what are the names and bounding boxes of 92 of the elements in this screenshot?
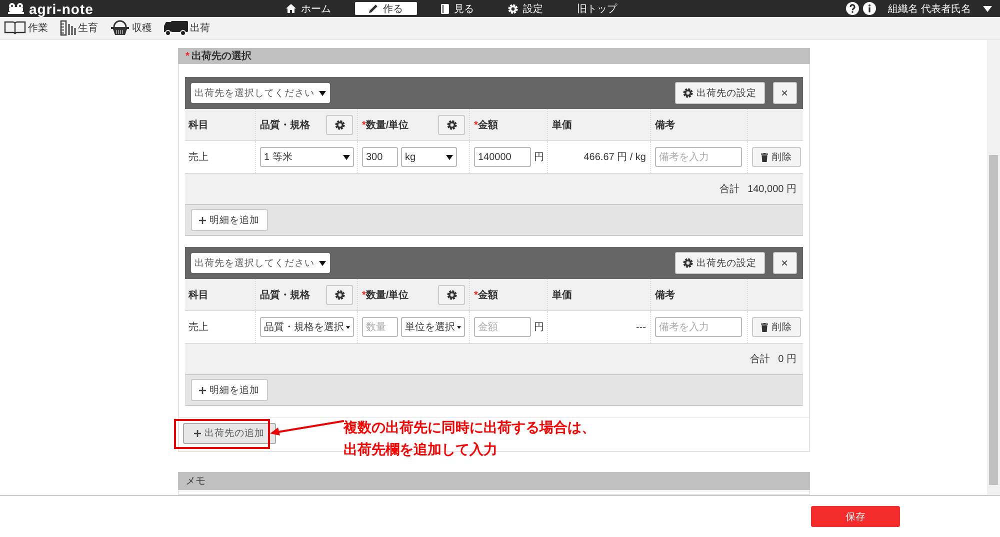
section-header: * 出荷先の選択 [178,48,810,64]
nav-tab[interactable]: 作る [355,2,417,15]
section-header: メモ [178,472,810,490]
column-header: 備考 [655,288,675,302]
quality-select[interactable]: 品質・規格を選択 [260,317,354,337]
basket-icon [110,20,130,36]
destination-settings-button[interactable]: 出荷先の設定 [674,252,764,274]
column-header: 単価 [552,118,572,132]
truck-icon [164,20,188,36]
column-settings-button[interactable] [438,284,465,304]
plus-icon [198,386,206,394]
user-name[interactable]: 組織名 代表者氏名 [888,2,971,16]
plus-icon [194,430,200,437]
column-header: *数量/単位 [362,118,409,132]
column-header: 品質・規格 [260,288,310,302]
delete-button[interactable]: 削除 [752,147,801,167]
help-icon[interactable] [846,2,860,15]
delete-button[interactable]: 削除 [752,317,801,337]
quantity-field[interactable]: 数量 [362,317,398,337]
close-button[interactable]: × [772,82,796,104]
unit-select[interactable]: kg [401,147,457,167]
total-value: 140,000 円 [748,183,796,196]
destination-settings-button[interactable]: 出荷先の設定 [674,82,764,104]
note-field[interactable]: 備考を入力 [655,317,742,337]
caret-icon [343,154,350,160]
home-icon [286,4,296,13]
gear-icon [334,290,344,300]
add-line-button[interactable]: 明細を追加 [190,379,268,401]
add-line-button[interactable]: 明細を追加 [190,209,268,231]
unit-select[interactable]: 単位を選択 [401,317,465,337]
subnav-link[interactable]: 作業 [28,21,48,35]
total-value: 0 円 [778,353,796,366]
yen-label: 円 [534,321,544,334]
column-header: 単価 [552,288,572,302]
total-label: 合計 [750,352,770,366]
frog-logo-icon [8,2,24,14]
annotation-text: 複数の出荷先に同時に出荷する場合は、 出荷先欄を追加して入力 [344,418,596,459]
gear-icon [682,88,692,98]
column-settings-button[interactable] [326,114,353,134]
subnav-link[interactable]: 収穫 [132,21,152,35]
column-header: 備考 [655,118,675,132]
column-header: *金額 [474,118,498,132]
total-label: 合計 [720,182,740,196]
nav-tab[interactable]: 見る [431,2,484,15]
open-book-icon [4,21,26,35]
plus-icon [198,216,206,224]
nav-tab[interactable]: 設定 [498,2,553,15]
gear-icon [508,4,518,14]
note-field[interactable]: 備考を入力 [655,147,742,167]
table-cell: 売上 [188,152,208,163]
app-logo: agri-note [29,0,94,16]
column-settings-button[interactable] [438,114,465,134]
nav-tab[interactable]: 旧トップ [567,2,627,15]
quality-select[interactable]: 1 等米 [260,147,354,167]
info-icon[interactable] [863,2,876,15]
trash-icon [761,152,768,162]
scrollbar[interactable] [987,40,1000,495]
pencil-icon [369,4,378,13]
subnav-link[interactable]: 出荷 [190,21,210,35]
amount-field[interactable]: 金額 [474,317,531,337]
column-header: *金額 [474,288,498,302]
subnav-link[interactable]: 生育 [78,21,98,35]
nav-tab[interactable]: ホーム [276,2,341,15]
book-icon [441,4,449,14]
table-cell: 売上 [188,322,208,333]
dropdown-caret-icon[interactable] [983,6,992,12]
destination-select[interactable]: 出荷先を選択してください [190,253,330,273]
column-header: 科目 [188,118,208,132]
yen-label: 円 [534,151,544,164]
caret-icon [446,154,453,160]
gear-icon [334,120,344,130]
column-header: *数量/単位 [362,288,409,302]
amount-field[interactable]: 140000 [474,147,531,167]
caret-icon [318,90,326,96]
add-destination-button[interactable]: 出荷先の追加 [182,423,276,444]
caret-icon [318,260,326,266]
quantity-field[interactable]: 300 [362,147,398,167]
close-button[interactable]: × [772,252,796,274]
gear-icon [446,120,456,130]
destination-select[interactable]: 出荷先を選択してください [190,83,330,103]
column-header: 科目 [188,288,208,302]
column-header: 品質・規格 [260,118,310,132]
table-cell: --- [636,322,646,332]
ruler-icon [60,20,76,36]
caret-icon [457,324,461,330]
gear-icon [682,258,692,268]
caret-icon [346,324,350,330]
column-settings-button[interactable] [326,284,353,304]
save-button[interactable]: 保存 [811,506,900,527]
table-cell: 466.67 円 / kg [584,152,646,163]
gear-icon [446,290,456,300]
trash-icon [761,322,768,332]
